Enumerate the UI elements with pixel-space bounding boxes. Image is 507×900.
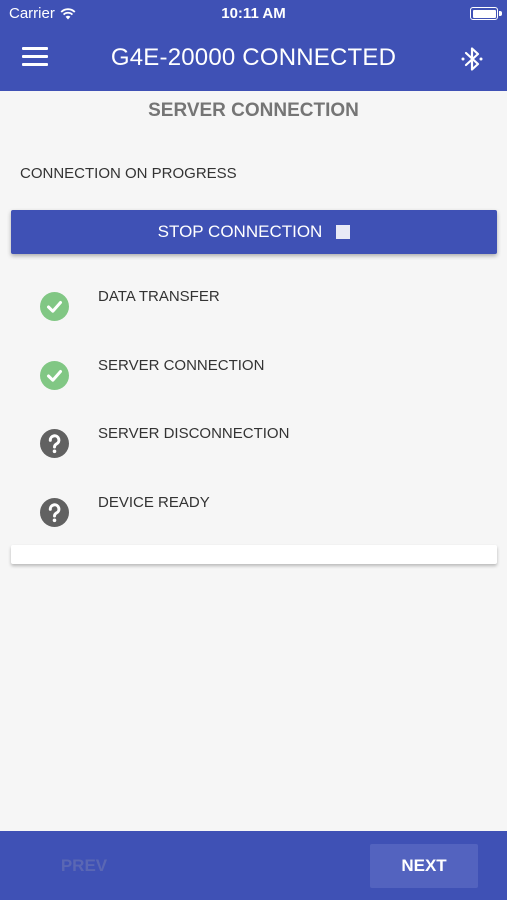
- app-title: G4E-20000 CONNECTED: [110, 44, 397, 71]
- step-server-disconnection: SERVER DISCONNECTION: [0, 419, 507, 488]
- section-title: SERVER CONNECTION: [148, 100, 359, 121]
- step-server-connection: SERVER CONNECTION: [0, 351, 507, 420]
- progress-steps-list: DATA TRANSFER SERVER CONNECTION SERVER D…: [0, 282, 507, 556]
- stop-connection-button[interactable]: STOP CONNECTION: [11, 210, 497, 254]
- step-label: DATA TRANSFER: [98, 288, 220, 305]
- check-circle-icon: [40, 360, 69, 390]
- connection-status-text: CONNECTION ON PROGRESS: [20, 165, 237, 182]
- app-screen: Carrier 10:11 AM G4E-20000 CONNECTED SER…: [0, 0, 507, 900]
- prev-button[interactable]: PREV: [28, 845, 140, 887]
- question-circle-icon: [40, 429, 69, 458]
- stop-connection-label: STOP CONNECTION: [157, 222, 323, 241]
- status-bar: Carrier 10:11 AM: [0, 0, 507, 28]
- app-bar: G4E-20000 CONNECTED: [0, 28, 507, 91]
- empty-card: [11, 545, 497, 564]
- step-label: SERVER DISCONNECTION: [98, 425, 290, 442]
- clock: 10:11 AM: [221, 5, 286, 22]
- step-data-transfer: DATA TRANSFER: [0, 282, 507, 351]
- bottom-navigation-bar: PREV NEXT: [0, 831, 507, 900]
- battery-icon: [470, 7, 502, 20]
- step-label: SERVER CONNECTION: [98, 356, 265, 374]
- check-circle-icon: [40, 292, 69, 321]
- question-circle-icon: [40, 497, 69, 527]
- step-label: DEVICE READY: [98, 493, 210, 511]
- next-button[interactable]: NEXT: [370, 844, 478, 888]
- top-bar: Carrier 10:11 AM G4E-20000 CONNECTED: [0, 0, 507, 91]
- stop-square-icon: [336, 225, 351, 239]
- bluetooth-icon[interactable]: [459, 44, 485, 74]
